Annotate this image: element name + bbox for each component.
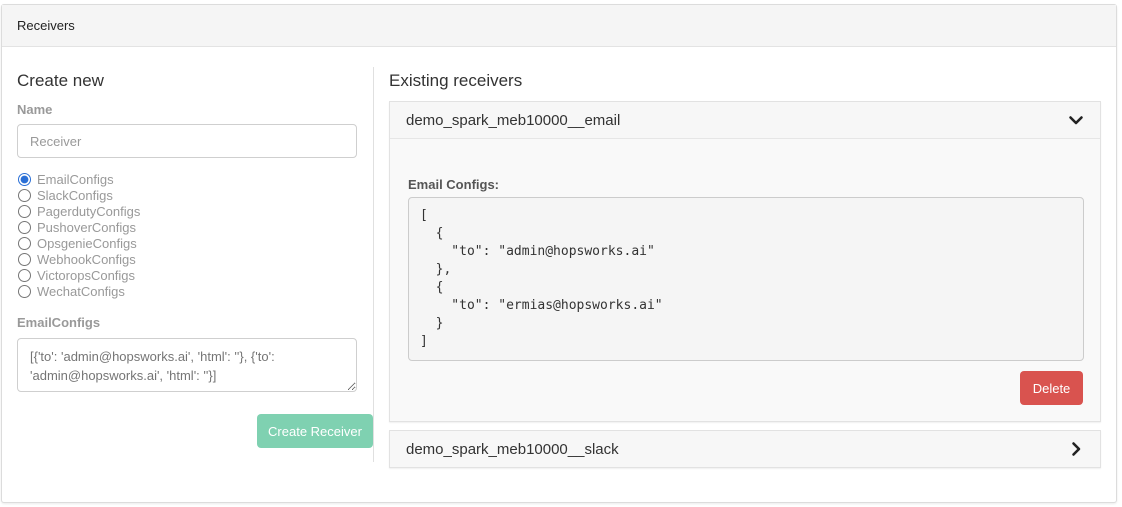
email-configs-code: [ { "to": "admin@hopsworks.ai" }, { "to"… [408, 197, 1084, 361]
radio-option-opsgenie[interactable]: OpsgenieConfigs [17, 235, 358, 251]
chevron-right-icon[interactable] [1068, 441, 1084, 457]
radio-option-wechat[interactable]: WechatConfigs [17, 283, 358, 299]
configs-label: EmailConfigs [17, 315, 101, 330]
create-receiver-form: Create new Name EmailConfigs SlackConfig… [17, 71, 373, 448]
radio-pagerduty[interactable] [18, 204, 31, 218]
receiver-name: demo_spark_meb10000__slack [406, 440, 619, 458]
panel-title: Receivers [2, 5, 1116, 47]
radio-option-email[interactable]: EmailConfigs [17, 171, 358, 187]
config-type-radio-group: EmailConfigs SlackConfigs PagerdutyConfi… [17, 171, 358, 299]
receiver-header-slack[interactable]: demo_spark_meb10000__slack [390, 431, 1100, 467]
radio-opsgenie[interactable] [18, 236, 31, 250]
create-receiver-button[interactable]: Create Receiver [257, 414, 373, 448]
existing-receivers: Existing receivers demo_spark_meb10000__… [389, 71, 1101, 468]
chevron-down-icon[interactable] [1068, 112, 1084, 128]
column-divider [373, 67, 374, 462]
existing-receivers-title: Existing receivers [389, 71, 523, 90]
radio-option-webhook[interactable]: WebhookConfigs [17, 251, 358, 267]
receiver-header-email[interactable]: demo_spark_meb10000__email [390, 102, 1100, 138]
receiver-item: demo_spark_meb10000__email Email Configs… [389, 101, 1101, 422]
radio-webhook[interactable] [18, 252, 31, 266]
receiver-details: Email Configs: [ { "to": "admin@hopswork… [390, 138, 1100, 421]
name-label: Name [17, 102, 53, 117]
radio-slack[interactable] [18, 188, 31, 202]
receiver-item: demo_spark_meb10000__slack [389, 430, 1101, 468]
radio-option-pagerduty[interactable]: PagerdutyConfigs [17, 203, 358, 219]
receivers-panel: Receivers Create new Name EmailConfigs S… [1, 4, 1117, 503]
email-configs-label: Email Configs: [408, 177, 500, 192]
receiver-name: demo_spark_meb10000__email [406, 111, 621, 129]
radio-wechat[interactable] [18, 284, 31, 298]
radio-option-victorops[interactable]: VictoropsConfigs [17, 267, 358, 283]
delete-receiver-button[interactable]: Delete [1020, 371, 1083, 405]
radio-pushover[interactable] [18, 220, 31, 234]
create-new-title: Create new [17, 71, 104, 90]
radio-option-pushover[interactable]: PushoverConfigs [17, 219, 358, 235]
receiver-name-input[interactable] [17, 124, 357, 158]
radio-option-slack[interactable]: SlackConfigs [17, 187, 358, 203]
radio-victorops[interactable] [18, 268, 31, 282]
configs-textarea[interactable] [17, 338, 357, 392]
radio-email[interactable] [18, 172, 31, 186]
